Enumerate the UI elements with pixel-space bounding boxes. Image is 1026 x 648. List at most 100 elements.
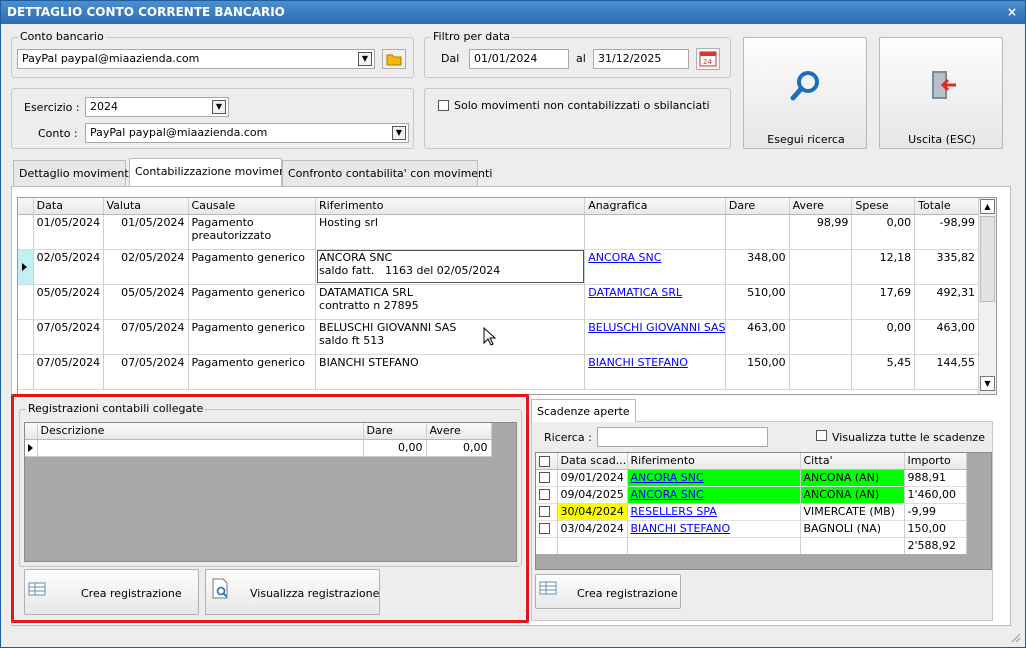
cell-valuta[interactable]: 07/05/2024 (103, 354, 189, 389)
col-avere[interactable]: Avere (789, 198, 853, 215)
cell-causale[interactable]: Pagamento preautorizzato (188, 214, 317, 249)
table-row[interactable]: 05/05/2024 05/05/2024 Pagamento generico… (18, 284, 979, 319)
select-all-checkbox[interactable] (539, 455, 550, 467)
cell-totale[interactable]: -98,99 (914, 214, 979, 249)
cell-spese[interactable]: 17,69 (851, 284, 916, 319)
cell-importo[interactable]: -9,99 (904, 503, 967, 520)
visualizza-tutte-checkbox[interactable] (816, 430, 827, 441)
solo-movimenti-checkbox[interactable] (438, 100, 449, 111)
cell-riferimento[interactable]: Hosting srl (315, 214, 586, 249)
col-totale[interactable]: Totale (914, 198, 979, 215)
col-spese[interactable]: Spese (851, 198, 916, 215)
riferimento-link[interactable]: ANCORA SNC (631, 488, 704, 501)
esercizio-select[interactable]: 2024 ▼ (85, 97, 229, 117)
cell-data[interactable]: 05/05/2024 (33, 284, 104, 319)
cell-data-scadenza[interactable]: 03/04/2024 (557, 520, 628, 537)
row-checkbox[interactable] (539, 523, 550, 534)
cell-causale[interactable]: Pagamento generico (188, 354, 317, 389)
uscita-button[interactable]: Uscita (ESC) (879, 37, 1003, 149)
table-row[interactable]: 01/05/2024 01/05/2024 Pagamento preautori… (18, 214, 979, 249)
row-checkbox-cell[interactable] (536, 469, 558, 486)
esegui-ricerca-button[interactable]: Esegui ricerca (743, 37, 867, 149)
table-row[interactable]: 03/04/2024 BIANCHI STEFANO BAGNOLI (NA) … (536, 520, 967, 537)
cell-dare[interactable]: 510,00 (725, 284, 790, 319)
tab-confronto-contabilita[interactable]: Confronto contabilita' con movimenti (282, 160, 492, 186)
cell-anagrafica[interactable]: ANCORA SNC (584, 249, 726, 284)
cell-dare[interactable]: 150,00 (725, 354, 790, 389)
cell-anagrafica[interactable]: BELUSCHI GIOVANNI SAS (584, 319, 726, 354)
col-data[interactable]: Data (33, 198, 104, 215)
cell-spese[interactable]: 5,45 (851, 354, 916, 389)
cell-data-scadenza[interactable]: 09/04/2025 (557, 486, 628, 503)
cell-anagrafica[interactable] (584, 214, 726, 249)
cell-citta[interactable]: ANCONA (AN) (800, 469, 905, 486)
cell-riferimento[interactable]: BELUSCHI GIOVANNI SAS saldo ft 513 (315, 319, 586, 354)
ricerca-input[interactable] (597, 427, 768, 447)
calendar-icon[interactable]: 24 (696, 48, 720, 70)
cell-avere[interactable] (789, 284, 853, 319)
row-checkbox-cell[interactable] (536, 520, 558, 537)
table-row[interactable]: 09/04/2025 ANCORA SNC ANCONA (AN) 1'460,… (536, 486, 967, 503)
col-importo[interactable]: Importo (904, 453, 967, 470)
col-riferimento[interactable]: Riferimento (315, 198, 586, 215)
vertical-scrollbar[interactable]: ▲ ▼ (978, 198, 996, 394)
col-valuta[interactable]: Valuta (103, 198, 189, 215)
cell-spese[interactable]: 12,18 (851, 249, 916, 284)
col-citta[interactable]: Citta' (800, 453, 905, 470)
riferimento-link[interactable]: ANCORA SNC (631, 471, 704, 484)
table-row[interactable]: 09/01/2024 ANCORA SNC ANCONA (AN) 988,91 (536, 469, 967, 486)
cell-riferimento[interactable]: BIANCHI STEFANO (315, 354, 586, 389)
cell-data[interactable]: 07/05/2024 (33, 354, 104, 389)
riferimento-link[interactable]: BIANCHI STEFANO (631, 522, 731, 535)
cell-causale[interactable]: Pagamento generico (188, 249, 317, 284)
cell-avere[interactable] (789, 319, 853, 354)
table-row[interactable]: 07/05/2024 07/05/2024 Pagamento generico… (18, 319, 979, 354)
dal-input[interactable]: 01/01/2024 (469, 49, 569, 69)
anagrafica-link[interactable]: BELUSCHI GIOVANNI SAS (588, 321, 724, 334)
anagrafica-link[interactable]: ANCORA SNC (588, 251, 661, 264)
scroll-down-icon[interactable]: ▼ (980, 376, 995, 391)
cell-totale[interactable]: 463,00 (914, 319, 979, 354)
cell-dare[interactable]: 463,00 (725, 319, 790, 354)
scroll-up-icon[interactable]: ▲ (980, 199, 995, 214)
chevron-down-icon[interactable]: ▼ (392, 126, 406, 140)
cell-riferimento[interactable]: RESELLERS SPA (627, 503, 801, 520)
table-row-selected[interactable]: 02/05/2024 02/05/2024 Pagamento generico… (18, 249, 979, 284)
cell-spese[interactable]: 0,00 (851, 319, 916, 354)
cell-avere[interactable]: 98,99 (789, 214, 853, 249)
folder-icon[interactable] (382, 49, 406, 69)
cell-riferimento[interactable]: ANCORA SNC (627, 486, 801, 503)
cell-causale[interactable]: Pagamento generico (188, 284, 317, 319)
anagrafica-link[interactable]: BIANCHI STEFANO (588, 356, 688, 369)
cell-avere[interactable] (789, 354, 853, 389)
cell-anagrafica[interactable]: DATAMATICA SRL (584, 284, 726, 319)
cell-totale[interactable]: 144,55 (914, 354, 979, 389)
cell-riferimento-focused[interactable]: ANCORA SNC saldo fatt. 1163 del 02/05/202… (315, 249, 586, 284)
tab-contabilizzazione-movimenti[interactable]: Contabilizzazione movimenti (129, 158, 294, 186)
cell-importo[interactable]: 150,00 (904, 520, 967, 537)
cell-totale[interactable]: 335,82 (914, 249, 979, 284)
col-dare[interactable]: Dare (725, 198, 790, 215)
cell-valuta[interactable]: 01/05/2024 (103, 214, 189, 249)
scroll-thumb[interactable] (980, 216, 995, 302)
cell-totale[interactable]: 492,31 (914, 284, 979, 319)
cell-dare[interactable] (725, 214, 790, 249)
riferimento-link[interactable]: RESELLERS SPA (631, 505, 717, 518)
cell-importo[interactable]: 988,91 (904, 469, 967, 486)
col-data-scadenza[interactable]: Data scad... (557, 453, 628, 470)
cell-dare[interactable]: 348,00 (725, 249, 790, 284)
cell-avere[interactable] (789, 249, 853, 284)
cell-spese[interactable]: 0,00 (851, 214, 916, 249)
select-all-checkbox-cell[interactable] (536, 453, 558, 470)
conto-select[interactable]: PayPal paypal@miaazienda.com ▼ (85, 123, 409, 143)
tab-dettaglio-movimenti[interactable]: Dettaglio movimenti (13, 160, 132, 186)
cell-importo[interactable]: 1'460,00 (904, 486, 967, 503)
cell-citta[interactable]: BAGNOLI (NA) (800, 520, 905, 537)
al-input[interactable]: 31/12/2025 (593, 49, 689, 69)
cell-riferimento[interactable]: ANCORA SNC (627, 469, 801, 486)
row-checkbox[interactable] (539, 489, 550, 500)
cell-valuta[interactable]: 07/05/2024 (103, 319, 189, 354)
conto-bancario-select[interactable]: PayPal paypal@miaazienda.com ▼ (17, 49, 375, 69)
row-checkbox[interactable] (539, 506, 550, 517)
col-causale[interactable]: Causale (188, 198, 317, 215)
